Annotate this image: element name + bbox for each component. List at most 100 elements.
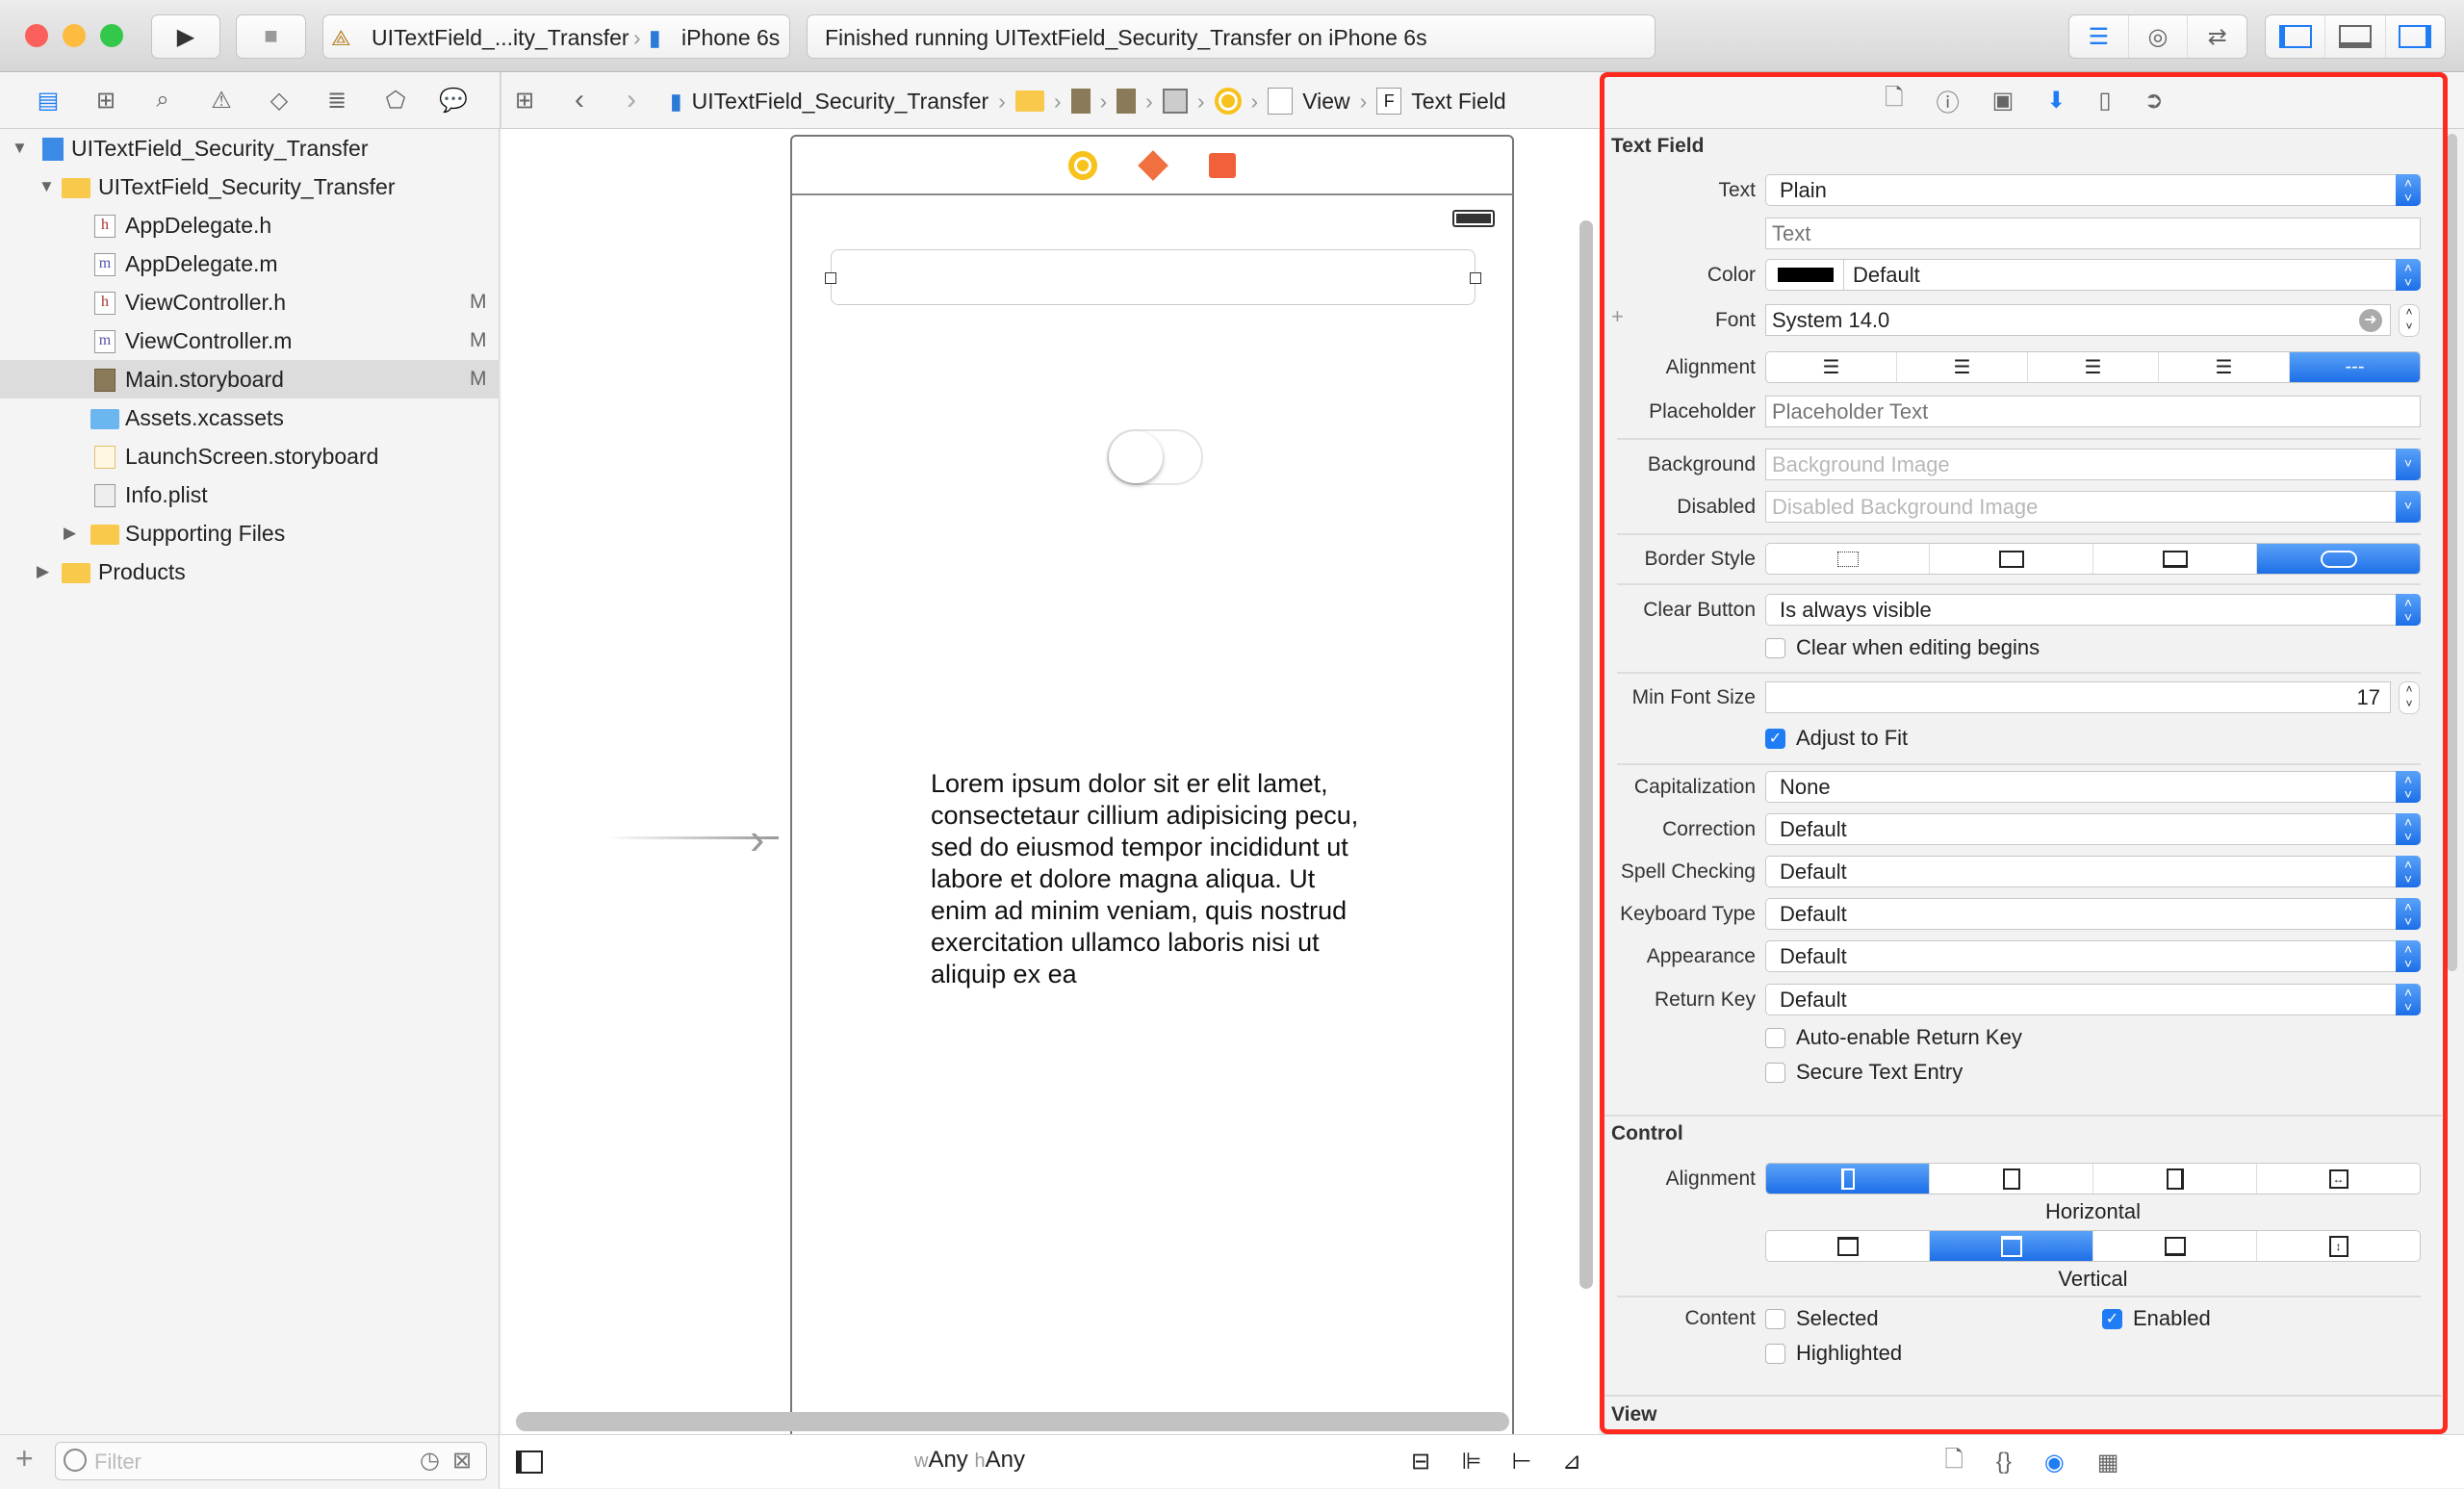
test-navigator-icon[interactable]: ◇ [266,86,293,115]
spell-checking-popup[interactable]: Default ˄ ˅ [1765,856,2421,887]
zoom-window-button[interactable] [100,24,123,47]
border-bezel-icon[interactable] [2093,544,2257,574]
exit-icon[interactable] [1209,152,1236,178]
align-left-icon[interactable]: ☰ [1766,352,1897,382]
debug-navigator-icon[interactable]: ≣ [323,86,350,115]
min-font-size-stepper[interactable]: ˄ ˅ [2399,681,2420,714]
disclosure-closed-icon[interactable]: ▶ [64,514,76,552]
align-h-center-icon[interactable] [1930,1164,2093,1194]
min-font-size-input[interactable]: 17 [1765,681,2391,713]
recent-files-icon[interactable]: ◷ [420,1447,440,1475]
scene-icon[interactable] [1162,89,1188,114]
standard-editor-icon[interactable]: ☰ [2069,15,2129,58]
clear-button-popup[interactable]: Is always visible ˄ ˅ [1765,594,2421,626]
quick-help-icon[interactable]: ⓘ [1937,84,1960,117]
clear-when-editing-checkbox[interactable] [1765,638,1785,658]
breakpoint-navigator-icon[interactable]: ⬠ [382,86,409,115]
iphone-scene[interactable]: Lorem ipsum dolor sit er elit lamet, con… [790,135,1514,1444]
version-editor-icon[interactable]: ⇄ [2188,15,2246,58]
list-item-selected[interactable]: Main.storyboard M [0,360,500,398]
list-item[interactable]: h AppDelegate.h [0,206,500,244]
list-item[interactable]: ▶ Products [0,552,500,591]
adjust-to-fit-checkbox[interactable]: ✓ [1765,729,1785,749]
disclosure-closed-icon[interactable]: ▶ [37,552,49,591]
document-outline-toggle-icon[interactable] [516,1450,543,1474]
enabled-checkbox[interactable]: ✓ [2102,1309,2122,1329]
file-template-library-icon[interactable]: 🗋 [1945,1443,1964,1482]
media-library-icon[interactable]: ▦ [2097,1449,2119,1476]
align-right-icon[interactable]: ☰ [2028,352,2159,382]
list-item[interactable]: ▶ Supporting Files [0,514,500,552]
text-field[interactable] [831,249,1476,305]
identity-inspector-icon[interactable]: ▣ [1992,87,2015,115]
size-inspector-icon[interactable]: ▯ [2098,87,2111,115]
back-button[interactable]: ‹ [566,84,593,116]
text-label[interactable]: Lorem ipsum dolor sit er elit lamet, con… [931,768,1373,990]
run-button[interactable]: ▶ [151,14,220,59]
placeholder-input[interactable] [1765,396,2421,427]
utilities-toggle-icon[interactable] [2386,15,2445,58]
secure-text-entry-checkbox[interactable] [1765,1063,1785,1083]
list-item[interactable]: m AppDelegate.m [0,244,500,283]
color-popup[interactable]: Default ˄ ˅ [1765,259,2421,291]
stack-icon[interactable]: ⊟ [1405,1447,1436,1476]
breadcrumb-view[interactable]: View [1302,89,1349,115]
debug-toggle-icon[interactable] [2325,15,2386,58]
scheme-selector[interactable]: ⟁ UITextField_...ity_Transfer › ▮ iPhone… [322,14,790,59]
list-item[interactable]: h ViewController.h M [0,283,500,321]
vertical-scrollbar[interactable] [1579,220,1593,1289]
correction-popup[interactable]: Default ˄ ˅ [1765,813,2421,845]
forward-button[interactable]: › [618,84,645,116]
align-justify-icon[interactable]: ☰ [2159,352,2290,382]
close-window-button[interactable] [25,24,48,47]
first-responder-icon[interactable] [1138,149,1168,181]
align-icon[interactable]: ⊫ [1456,1447,1487,1476]
disclosure-open-icon[interactable]: ▼ [12,129,28,167]
stop-button[interactable]: ■ [236,14,306,59]
storyboard-base-icon[interactable] [1116,89,1137,114]
inspector-scrollbar[interactable] [2447,134,2457,971]
disclosure-open-icon[interactable]: ▼ [38,167,55,206]
report-navigator-icon[interactable]: 💬 [439,86,468,115]
resize-handle[interactable] [825,272,836,284]
list-item[interactable]: Assets.xcassets [0,398,500,437]
view-controller-icon[interactable] [1214,88,1242,115]
disabled-background-combo[interactable]: Disabled Background Image ˅ [1765,491,2421,523]
resize-handle[interactable] [1470,272,1481,284]
related-items-icon[interactable]: ⊞ [511,86,538,115]
list-item[interactable]: Info.plist [0,475,500,514]
selected-checkbox[interactable] [1765,1309,1785,1329]
return-key-popup[interactable]: Default ˄ ˅ [1765,984,2421,1015]
align-v-fill-icon[interactable]: ↕ [2257,1231,2420,1261]
resolve-issues-icon[interactable]: ⊿ [1556,1447,1587,1476]
object-library-icon[interactable]: ◉ [2044,1449,2065,1476]
search-icon[interactable]: ⌕ [149,86,176,115]
auto-enable-return-checkbox[interactable] [1765,1028,1785,1048]
list-item[interactable]: ▼ UITextField_Security_Transfer [0,167,500,206]
font-picker-icon[interactable]: ➜ [2359,309,2382,332]
list-item[interactable]: LaunchScreen.storyboard [0,437,500,475]
breadcrumb-project[interactable]: UITextField_Security_Transfer [692,89,988,115]
align-h-right-icon[interactable] [2093,1164,2257,1194]
keyboard-type-popup[interactable]: Default ˄ ˅ [1765,898,2421,930]
project-navigator-icon[interactable]: ▤ [35,86,62,115]
storyboard-icon[interactable] [1070,89,1091,114]
attributes-inspector-icon[interactable]: ⬇ [2046,87,2066,115]
chevron-down-icon[interactable]: ˅ [2396,449,2421,480]
align-h-fill-icon[interactable]: ↔ [2257,1164,2420,1194]
view-controller-icon[interactable] [1068,150,1097,180]
align-h-left-icon[interactable] [1766,1164,1930,1194]
border-line-icon[interactable] [1930,544,2093,574]
highlighted-checkbox[interactable] [1765,1344,1785,1364]
text-type-popup[interactable]: Plain ˄ ˅ [1765,174,2421,206]
border-rounded-icon[interactable] [2257,544,2420,574]
align-v-bottom-icon[interactable] [2093,1231,2257,1261]
align-v-top-icon[interactable] [1766,1231,1930,1261]
list-item[interactable]: m ViewController.m M [0,321,500,360]
background-combo[interactable]: Background Image ˅ [1765,449,2421,480]
font-field[interactable]: System 14.0 ➜ [1765,304,2391,336]
align-natural-icon[interactable]: --- [2290,352,2420,382]
chevron-down-icon[interactable]: ˅ [2396,491,2421,523]
align-center-icon[interactable]: ☰ [1897,352,2028,382]
text-input[interactable] [1765,218,2421,249]
